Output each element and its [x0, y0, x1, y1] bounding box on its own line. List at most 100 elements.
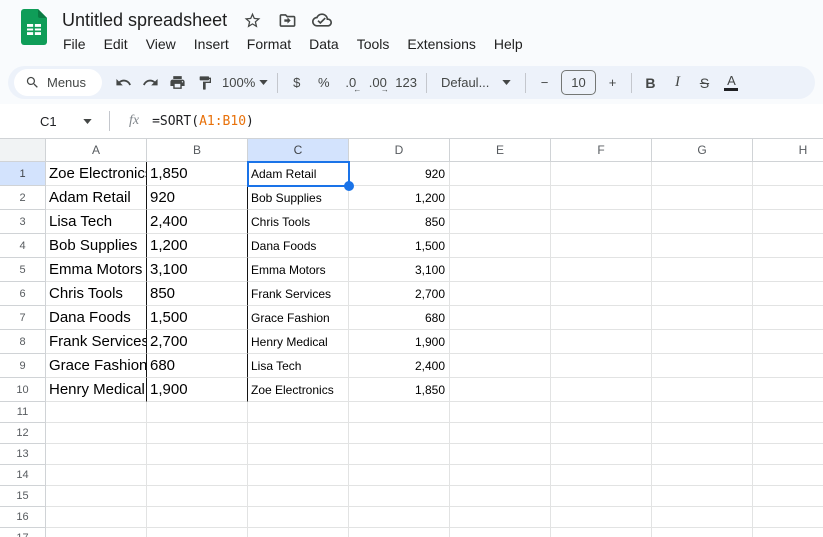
cell-D11[interactable]	[349, 402, 450, 423]
cell-D3[interactable]: 850	[349, 210, 450, 234]
column-header-G[interactable]: G	[652, 138, 753, 162]
cell-F17[interactable]	[551, 528, 652, 537]
cell-H13[interactable]	[753, 444, 823, 465]
cell-G4[interactable]	[652, 234, 753, 258]
bold-button[interactable]: B	[637, 69, 664, 96]
cell-G2[interactable]	[652, 186, 753, 210]
cell-F15[interactable]	[551, 486, 652, 507]
cell-G13[interactable]	[652, 444, 753, 465]
menu-item-view[interactable]: View	[137, 34, 185, 54]
cell-E16[interactable]	[450, 507, 551, 528]
cell-C14[interactable]	[248, 465, 349, 486]
cell-C6[interactable]: Frank Services	[248, 282, 349, 306]
cell-F16[interactable]	[551, 507, 652, 528]
menu-item-help[interactable]: Help	[485, 34, 532, 54]
cell-B11[interactable]	[147, 402, 248, 423]
cell-D12[interactable]	[349, 423, 450, 444]
increase-font-size-button[interactable]: +	[599, 69, 626, 96]
cell-H2[interactable]	[753, 186, 823, 210]
row-header-17[interactable]: 17	[0, 528, 46, 537]
cell-F12[interactable]	[551, 423, 652, 444]
column-header-E[interactable]: E	[450, 138, 551, 162]
cell-B4[interactable]: 1,200	[147, 234, 248, 258]
cell-F11[interactable]	[551, 402, 652, 423]
cell-E12[interactable]	[450, 423, 551, 444]
cell-H15[interactable]	[753, 486, 823, 507]
cell-G12[interactable]	[652, 423, 753, 444]
cell-C16[interactable]	[248, 507, 349, 528]
menu-item-extensions[interactable]: Extensions	[398, 34, 484, 54]
cell-H7[interactable]	[753, 306, 823, 330]
cell-H11[interactable]	[753, 402, 823, 423]
cell-C13[interactable]	[248, 444, 349, 465]
cell-B5[interactable]: 3,100	[147, 258, 248, 282]
cell-C17[interactable]	[248, 528, 349, 537]
column-header-C[interactable]: C	[248, 138, 349, 162]
cell-D7[interactable]: 680	[349, 306, 450, 330]
cell-A17[interactable]	[46, 528, 147, 537]
cell-A14[interactable]	[46, 465, 147, 486]
cell-E11[interactable]	[450, 402, 551, 423]
sheets-logo-icon[interactable]	[21, 9, 47, 50]
cell-F14[interactable]	[551, 465, 652, 486]
cell-B13[interactable]	[147, 444, 248, 465]
cell-C11[interactable]	[248, 402, 349, 423]
cell-H9[interactable]	[753, 354, 823, 378]
cell-A2[interactable]: Adam Retail	[46, 186, 147, 210]
row-header-4[interactable]: 4	[0, 234, 46, 258]
cell-A7[interactable]: Dana Foods	[46, 306, 147, 330]
cell-A15[interactable]	[46, 486, 147, 507]
cell-D16[interactable]	[349, 507, 450, 528]
cell-C7[interactable]: Grace Fashion	[248, 306, 349, 330]
cell-F3[interactable]	[551, 210, 652, 234]
cell-F5[interactable]	[551, 258, 652, 282]
cell-B7[interactable]: 1,500	[147, 306, 248, 330]
star-icon[interactable]	[242, 10, 262, 30]
cell-C8[interactable]: Henry Medical	[248, 330, 349, 354]
cell-A6[interactable]: Chris Tools	[46, 282, 147, 306]
menu-item-file[interactable]: File	[54, 34, 95, 54]
strikethrough-button[interactable]: S	[691, 69, 718, 96]
cell-D9[interactable]: 2,400	[349, 354, 450, 378]
cell-A11[interactable]	[46, 402, 147, 423]
cell-D14[interactable]	[349, 465, 450, 486]
print-button[interactable]	[164, 69, 191, 96]
row-header-1[interactable]: 1	[0, 162, 46, 186]
menu-item-format[interactable]: Format	[238, 34, 300, 54]
cell-B1[interactable]: 1,850	[147, 162, 248, 186]
font-size-input[interactable]: 10	[561, 70, 596, 95]
currency-format-button[interactable]: $	[283, 69, 310, 96]
cell-A9[interactable]: Grace Fashion	[46, 354, 147, 378]
zoom-dropdown[interactable]: 100%	[218, 69, 272, 96]
cell-H1[interactable]	[753, 162, 823, 186]
cell-G6[interactable]	[652, 282, 753, 306]
cell-F7[interactable]	[551, 306, 652, 330]
cell-C15[interactable]	[248, 486, 349, 507]
cell-G7[interactable]	[652, 306, 753, 330]
cell-C1[interactable]: Adam Retail	[248, 162, 349, 186]
cell-H3[interactable]	[753, 210, 823, 234]
cell-E3[interactable]	[450, 210, 551, 234]
document-title[interactable]: Untitled spreadsheet	[62, 10, 227, 31]
cell-G8[interactable]	[652, 330, 753, 354]
cell-A12[interactable]	[46, 423, 147, 444]
cell-B15[interactable]	[147, 486, 248, 507]
paint-format-button[interactable]	[191, 69, 218, 96]
cell-B2[interactable]: 920	[147, 186, 248, 210]
cell-C3[interactable]: Chris Tools	[248, 210, 349, 234]
cell-B12[interactable]	[147, 423, 248, 444]
row-header-12[interactable]: 12	[0, 423, 46, 444]
cell-G10[interactable]	[652, 378, 753, 402]
fill-handle[interactable]	[344, 181, 354, 191]
cell-D17[interactable]	[349, 528, 450, 537]
formula-input[interactable]: =SORT(A1:B10)	[152, 114, 254, 129]
cell-E1[interactable]	[450, 162, 551, 186]
cell-E5[interactable]	[450, 258, 551, 282]
cell-E15[interactable]	[450, 486, 551, 507]
row-header-16[interactable]: 16	[0, 507, 46, 528]
cell-E7[interactable]	[450, 306, 551, 330]
cell-A1[interactable]: Zoe Electronics	[46, 162, 147, 186]
row-header-13[interactable]: 13	[0, 444, 46, 465]
cell-B9[interactable]: 680	[147, 354, 248, 378]
cell-E10[interactable]	[450, 378, 551, 402]
